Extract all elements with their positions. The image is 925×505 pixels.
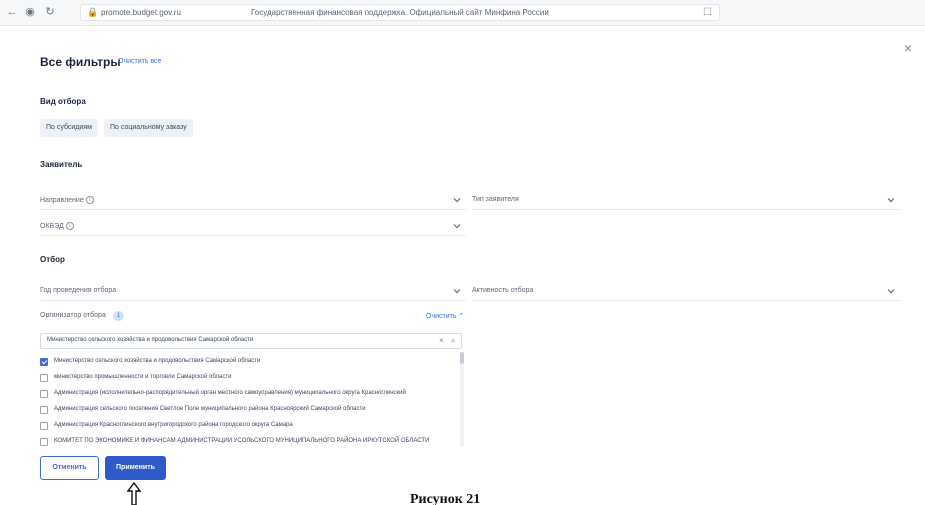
organizer-search-input[interactable]: Министерство сельского хозяйства и продо… bbox=[40, 333, 462, 349]
direction-label: Направление bbox=[40, 196, 84, 204]
organizer-option[interactable]: Министерство сельского хозяйства и продо… bbox=[40, 357, 460, 369]
organizer-option[interactable]: Администрация (исполнительно-распорядите… bbox=[40, 389, 460, 401]
clear-all-link[interactable]: Очистить все bbox=[118, 58, 161, 65]
bookmark-icon[interactable]: ☐ bbox=[703, 7, 712, 18]
info-icon[interactable]: i bbox=[85, 196, 94, 204]
section-title-selection: Отбор bbox=[40, 255, 65, 264]
chevron-down-icon bbox=[452, 195, 462, 205]
checkbox[interactable] bbox=[40, 374, 48, 382]
chip-social-order[interactable]: По социальному заказу bbox=[104, 119, 193, 137]
option-label: Администрация (исполнительно-распорядите… bbox=[54, 390, 406, 396]
year-select[interactable]: Год проведения отбора bbox=[40, 283, 466, 301]
activity-select[interactable]: Активность отбора bbox=[472, 283, 900, 301]
chevron-down-icon bbox=[452, 286, 462, 296]
checkbox[interactable] bbox=[40, 390, 48, 398]
browser-toolbar: ← ◉ ↻ 🔒 promote.budget.gov.ru Государств… bbox=[0, 0, 925, 26]
section-title-applicant: Заявитель bbox=[40, 160, 83, 169]
cancel-button[interactable]: Отменить bbox=[40, 456, 99, 480]
chevron-down-icon bbox=[886, 286, 896, 296]
organizer-option[interactable]: Администрация сельского поселения Светло… bbox=[40, 405, 460, 417]
checkbox[interactable] bbox=[40, 358, 48, 366]
option-label: Администрация сельского поселения Светло… bbox=[54, 406, 366, 412]
url-text: promote.budget.gov.ru bbox=[101, 8, 181, 17]
chevron-down-icon bbox=[886, 195, 896, 205]
search-value: Министерство сельского хозяйства и продо… bbox=[47, 337, 254, 343]
organizer-option[interactable]: КОМИТЕТ ПО ЭКОНОМИКЕ И ФИНАНСАМ АДМИНИСТ… bbox=[40, 437, 460, 449]
chevron-up-icon: ⌃ bbox=[458, 313, 465, 320]
apply-button[interactable]: Применить bbox=[105, 456, 166, 480]
organizer-clear-label: Очистить bbox=[426, 313, 457, 320]
close-icon[interactable]: × bbox=[904, 40, 912, 56]
page-title: Государственная финансовая поддержка. Оф… bbox=[251, 8, 549, 17]
applicant-type-select[interactable]: Тип заявителя bbox=[472, 192, 900, 210]
option-label: Администрация Красноглинского внутригоро… bbox=[54, 422, 293, 428]
activity-label: Активность отбора bbox=[472, 287, 534, 294]
option-label: Министерство сельского хозяйства и продо… bbox=[54, 358, 261, 364]
okved-select[interactable]: ОКВЭД i bbox=[40, 218, 466, 236]
organizer-label: Организатор отбора bbox=[40, 312, 106, 319]
direction-select[interactable]: Направление i bbox=[40, 192, 466, 210]
organizer-count-badge: 1 bbox=[113, 311, 124, 321]
option-label: КОМИТЕТ ПО ЭКОНОМИКЕ И ФИНАНСАМ АДМИНИСТ… bbox=[54, 438, 430, 444]
lock-icon: 🔒 bbox=[87, 7, 99, 17]
checkbox[interactable] bbox=[40, 422, 48, 430]
scrollbar-track[interactable] bbox=[460, 352, 464, 447]
chevron-down-icon bbox=[452, 221, 462, 231]
info-icon[interactable]: i bbox=[65, 222, 74, 230]
chip-subsidies[interactable]: По субсидиям bbox=[40, 119, 98, 137]
checkbox[interactable] bbox=[40, 438, 48, 446]
organizer-clear-link[interactable]: Очистить ⌃ bbox=[426, 312, 464, 320]
address-bar[interactable]: 🔒 promote.budget.gov.ru Государственная … bbox=[80, 4, 720, 21]
year-label: Год проведения отбора bbox=[40, 287, 117, 294]
search-icon: ⌕ bbox=[451, 336, 456, 345]
organizer-option[interactable]: Администрация Красноглинского внутригоро… bbox=[40, 421, 460, 433]
scrollbar-thumb[interactable] bbox=[460, 352, 464, 364]
back-icon[interactable]: ← bbox=[6, 6, 18, 18]
pointer-arrow-icon bbox=[127, 482, 141, 505]
modal-title: Все фильтры bbox=[40, 55, 121, 69]
section-title-selection-type: Вид отбора bbox=[40, 97, 86, 106]
shield-icon[interactable]: ◉ bbox=[24, 6, 36, 18]
reload-icon[interactable]: ↻ bbox=[44, 6, 56, 18]
applicant-type-label: Тип заявителя bbox=[472, 196, 519, 203]
option-label: министерство промышленности и торговли С… bbox=[54, 374, 232, 380]
organizer-option[interactable]: министерство промышленности и торговли С… bbox=[40, 373, 460, 385]
clear-icon[interactable]: × bbox=[439, 336, 444, 345]
okved-label: ОКВЭД bbox=[40, 222, 64, 230]
checkbox[interactable] bbox=[40, 406, 48, 414]
figure-caption: Рисунок 21 bbox=[410, 492, 481, 505]
